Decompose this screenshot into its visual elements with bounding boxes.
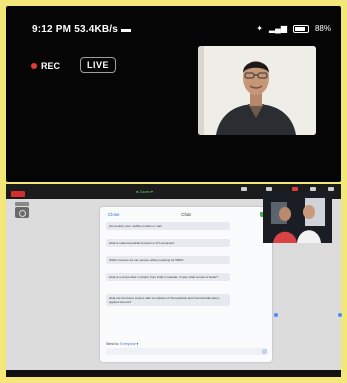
live-badge[interactable]: LIVE [80, 57, 117, 73]
more-icon [328, 187, 334, 191]
camera-switch-icon[interactable] [15, 207, 29, 218]
message-text: Which courses we can pursue while prepar… [106, 256, 230, 264]
mic-icon [241, 187, 247, 191]
message-text: what are the future scopes after complet… [106, 294, 230, 306]
send-to-target: Everyone [120, 342, 136, 346]
participants-icon [310, 187, 316, 191]
send-to-selector[interactable]: Send to: Everyone ▾ [106, 342, 138, 346]
presenter-camera [198, 46, 316, 135]
status-time: 9:12 PM [32, 24, 72, 35]
pip-image [263, 192, 332, 243]
zoom-label[interactable]: ● Zoom ▾ [136, 189, 153, 194]
rec-label: REC [41, 61, 61, 71]
share-icon [292, 187, 298, 191]
chat-panel: Close Chat pls mention your mobile numbe… [100, 207, 272, 362]
message-text: what is a scope after m pharm from india… [106, 273, 230, 281]
end-button[interactable] [11, 191, 25, 197]
bottom-strip [6, 370, 341, 377]
network-speed: 53.4KB/s [74, 24, 119, 35]
status-icons: ✦ ▂▄▆ 88% [256, 24, 331, 33]
pip-video[interactable] [263, 192, 332, 243]
chat-input[interactable] [106, 348, 268, 355]
chat-message: what are the future scopes after complet… [106, 293, 230, 306]
chat-message: what is a scope after m pharm from india… [106, 272, 230, 281]
zoom-label-text: Zoom [139, 189, 150, 194]
rec-dot-icon [31, 63, 37, 69]
chat-message: what is make beneficial invoices or P.G … [106, 238, 230, 247]
battery-icon [292, 24, 309, 33]
bluetooth-icon: ✦ [256, 24, 263, 33]
status-bar: 9:12 PM 53.4KB/s ▬ [32, 24, 131, 35]
signal-icon: ▂▄▆ [269, 24, 287, 33]
recording-indicator [15, 202, 29, 206]
chat-message: pls mention your mobile number or mail [106, 221, 230, 230]
chat-message: Which courses we can pursue while prepar… [106, 255, 230, 264]
camera-icon [266, 187, 272, 191]
mute-button[interactable] [238, 187, 250, 192]
message-text: what is make beneficial invoices or P.G … [106, 239, 230, 247]
send-icon[interactable] [262, 349, 267, 354]
message-text: pls mention your mobile number or mail [106, 222, 230, 230]
phone-screen: 9:12 PM 53.4KB/s ▬ ✦ ▂▄▆ 88% REC LIVE [6, 6, 341, 182]
video-icon: ▬ [121, 24, 132, 35]
page-dot-icon [274, 313, 278, 317]
chat-title: Chat [181, 212, 191, 217]
page-dot-icon [338, 313, 342, 317]
rec-indicator[interactable]: REC [31, 61, 60, 71]
send-to-prefix: Send to: [106, 342, 120, 346]
battery-level: 88% [314, 24, 331, 33]
screenshot-frame: 9:12 PM 53.4KB/s ▬ ✦ ▂▄▆ 88% REC LIVE ● … [0, 0, 347, 383]
presenter-image [198, 46, 316, 135]
